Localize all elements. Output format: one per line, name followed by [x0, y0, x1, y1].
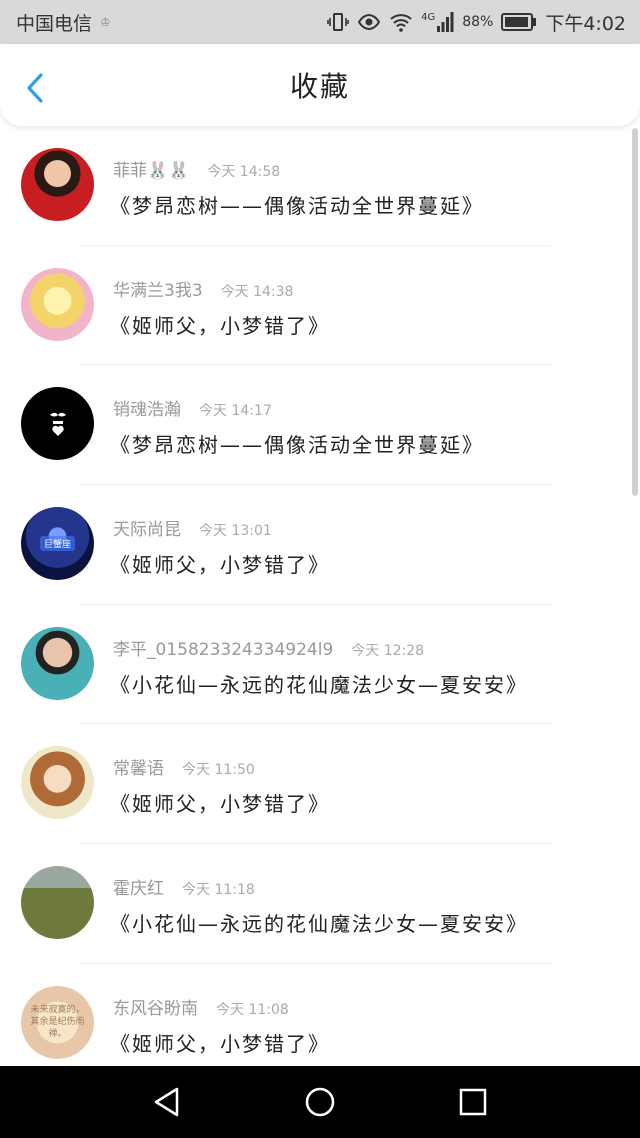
eye-icon	[357, 11, 381, 33]
item-title: 《小花仙—永远的花仙魔法少女—夏安安》	[110, 672, 528, 697]
avatar	[21, 387, 94, 461]
list-item[interactable]: 销魂浩瀚 今天 14:17 《梦昂恋树——偶像活动全世界蔓延》	[0, 365, 640, 486]
mustache-heart-icon	[49, 412, 66, 436]
signal-icon: 4G	[421, 12, 454, 32]
timestamp: 今天 14:38	[220, 283, 294, 300]
avatar	[21, 148, 94, 221]
author-name: 东风谷盼南	[113, 998, 198, 1019]
avatar	[21, 267, 94, 341]
list-item[interactable]: 未来寂寞的，其余是纪伤雨禅。 东风谷盼南 今天 11:08 《姬师父，小梦错了》	[0, 964, 640, 1066]
nav-recents-button[interactable]	[443, 1072, 503, 1132]
page-title: 收藏	[289, 70, 350, 103]
author-name: 李平_015823324334924l9	[113, 639, 334, 660]
avatar-text: 未来寂寞的，其余是纪伤雨禅。	[30, 1005, 85, 1040]
circle-home-icon	[305, 1087, 335, 1117]
author-name: 华满兰3我3	[113, 280, 203, 301]
wifi-icon	[389, 11, 413, 33]
back-button[interactable]	[22, 72, 48, 104]
avatar	[21, 746, 94, 820]
nav-home-button[interactable]	[290, 1072, 350, 1132]
timestamp: 今天 11:18	[182, 882, 255, 899]
favorites-list: 菲菲🐰🐰 今天 14:58 《梦昂恋树——偶像活动全世界蔓延》 华满兰3我3 今…	[0, 126, 640, 1066]
author-name: 销魂浩瀚	[113, 400, 181, 421]
vibrate-icon	[327, 11, 349, 33]
title-bar: 收藏	[0, 44, 640, 126]
item-title: 《姬师父，小梦错了》	[110, 792, 330, 817]
timestamp: 今天 13:01	[199, 523, 272, 540]
item-title: 《梦昂恋树——偶像活动全世界蔓延》	[110, 433, 484, 458]
avatar: 巨蟹座	[21, 507, 94, 581]
list-item[interactable]: 常馨语 今天 11:50 《姬师父，小梦错了》	[0, 724, 640, 845]
timestamp: 今天 11:50	[182, 762, 255, 779]
item-title: 《姬师父，小梦错了》	[110, 313, 330, 338]
status-bar: 中国电信 ♔ 4G 88% 下午4:02	[0, 0, 640, 44]
author-name: 常馨语	[113, 759, 164, 780]
chevron-left-icon	[27, 73, 43, 103]
battery-percent: 88%	[462, 14, 494, 30]
battery-icon	[501, 13, 537, 31]
timestamp: 今天 14:17	[199, 403, 272, 420]
nav-back-button[interactable]	[137, 1072, 197, 1132]
item-title: 《姬师父，小梦错了》	[110, 1031, 330, 1056]
square-recents-icon	[460, 1088, 487, 1116]
timestamp: 今天 14:58	[207, 164, 281, 180]
avatar	[21, 626, 94, 700]
list-item[interactable]: 菲菲🐰🐰 今天 14:58 《梦昂恋树——偶像活动全世界蔓延》	[0, 126, 640, 246]
avatar-tag: 巨蟹座	[39, 536, 75, 552]
author-name: 天际尚昆	[113, 520, 181, 541]
avatar: 未来寂寞的，其余是纪伤雨禅。	[21, 985, 94, 1059]
list-item[interactable]: 霍庆红 今天 11:18 《小花仙—永远的花仙魔法少女—夏安安》	[0, 844, 640, 964]
author-name: 菲菲🐰🐰	[113, 161, 190, 181]
item-title: 《姬师父，小梦错了》	[110, 553, 330, 578]
scrollbar[interactable]	[632, 128, 638, 496]
avatar	[21, 866, 94, 940]
item-title: 《小花仙—永远的花仙魔法少女—夏安安》	[110, 912, 528, 937]
carrier-name: 中国电信	[16, 12, 93, 35]
item-title: 《梦昂恋树——偶像活动全世界蔓延》	[110, 194, 484, 218]
carrier-badge: ♔	[100, 15, 111, 29]
list-item[interactable]: 巨蟹座 天际尚昆 今天 13:01 《姬师父，小梦错了》	[0, 485, 640, 605]
list-item[interactable]: 李平_015823324334924l9 今天 12:28 《小花仙—永远的花仙…	[0, 605, 640, 725]
list-item[interactable]: 华满兰3我3 今天 14:38 《姬师父，小梦错了》	[0, 246, 640, 366]
triangle-back-icon	[154, 1087, 178, 1117]
network-type: 4G	[421, 12, 436, 23]
clock: 下午4:02	[545, 12, 626, 35]
author-name: 霍庆红	[113, 879, 164, 900]
navigation-bar	[0, 1066, 640, 1138]
timestamp: 今天 11:08	[216, 1001, 289, 1018]
timestamp: 今天 12:28	[351, 642, 425, 659]
